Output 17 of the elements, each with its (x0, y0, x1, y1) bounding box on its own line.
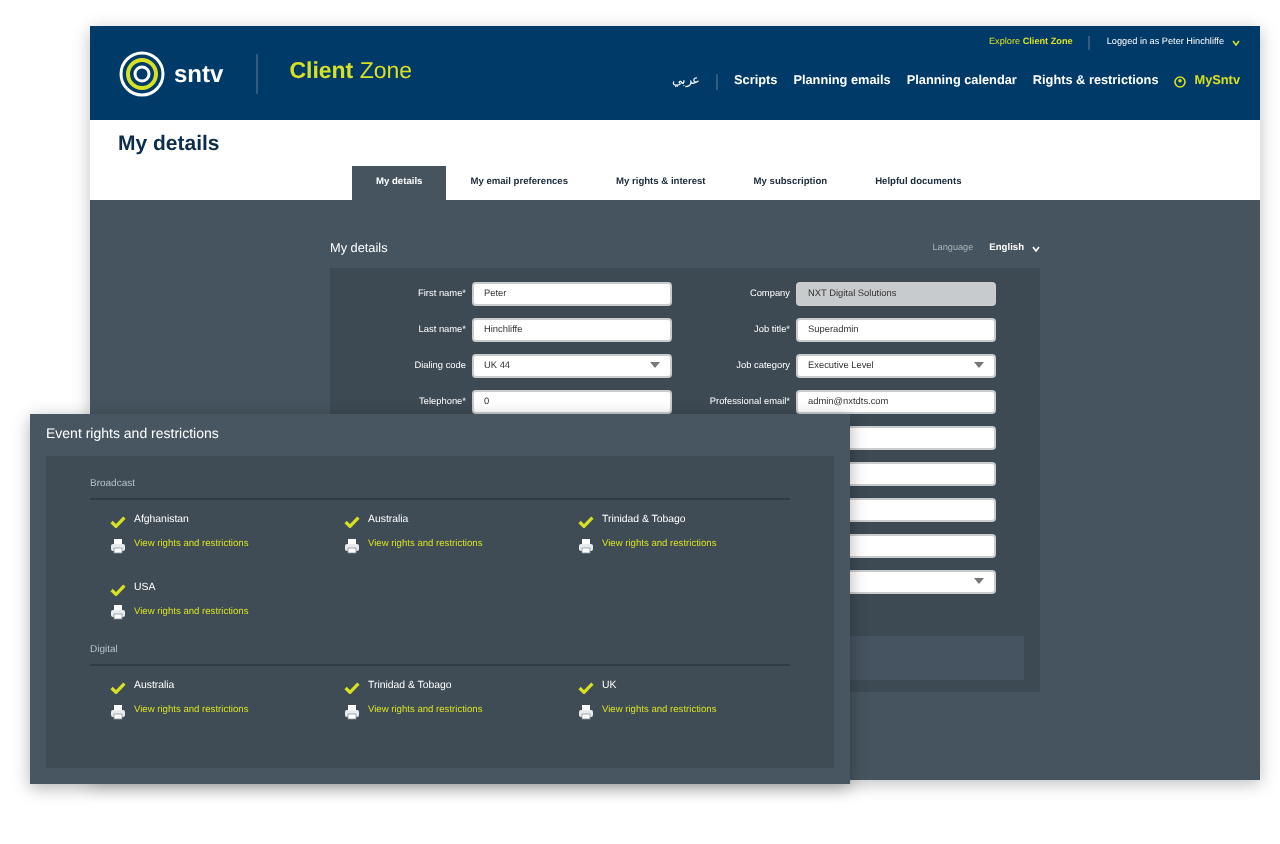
logo-text: sntv (174, 61, 224, 85)
printer-icon (578, 537, 594, 554)
page-title: My details (118, 132, 222, 158)
printer-icon (578, 703, 594, 720)
caret-icon (1232, 39, 1240, 46)
caret-icon (1032, 246, 1040, 253)
brand-title: Client Zone (289, 61, 413, 85)
printer-icon (344, 537, 360, 554)
printer-icon (110, 537, 126, 554)
logo-rings-icon (118, 49, 166, 97)
printer-icon (110, 604, 126, 621)
caret-icon (974, 578, 984, 585)
caret-icon (974, 362, 984, 369)
printer-icon (110, 703, 126, 720)
user-circle-icon (1174, 75, 1187, 88)
printer-icon (344, 703, 360, 720)
caret-icon (650, 362, 660, 369)
